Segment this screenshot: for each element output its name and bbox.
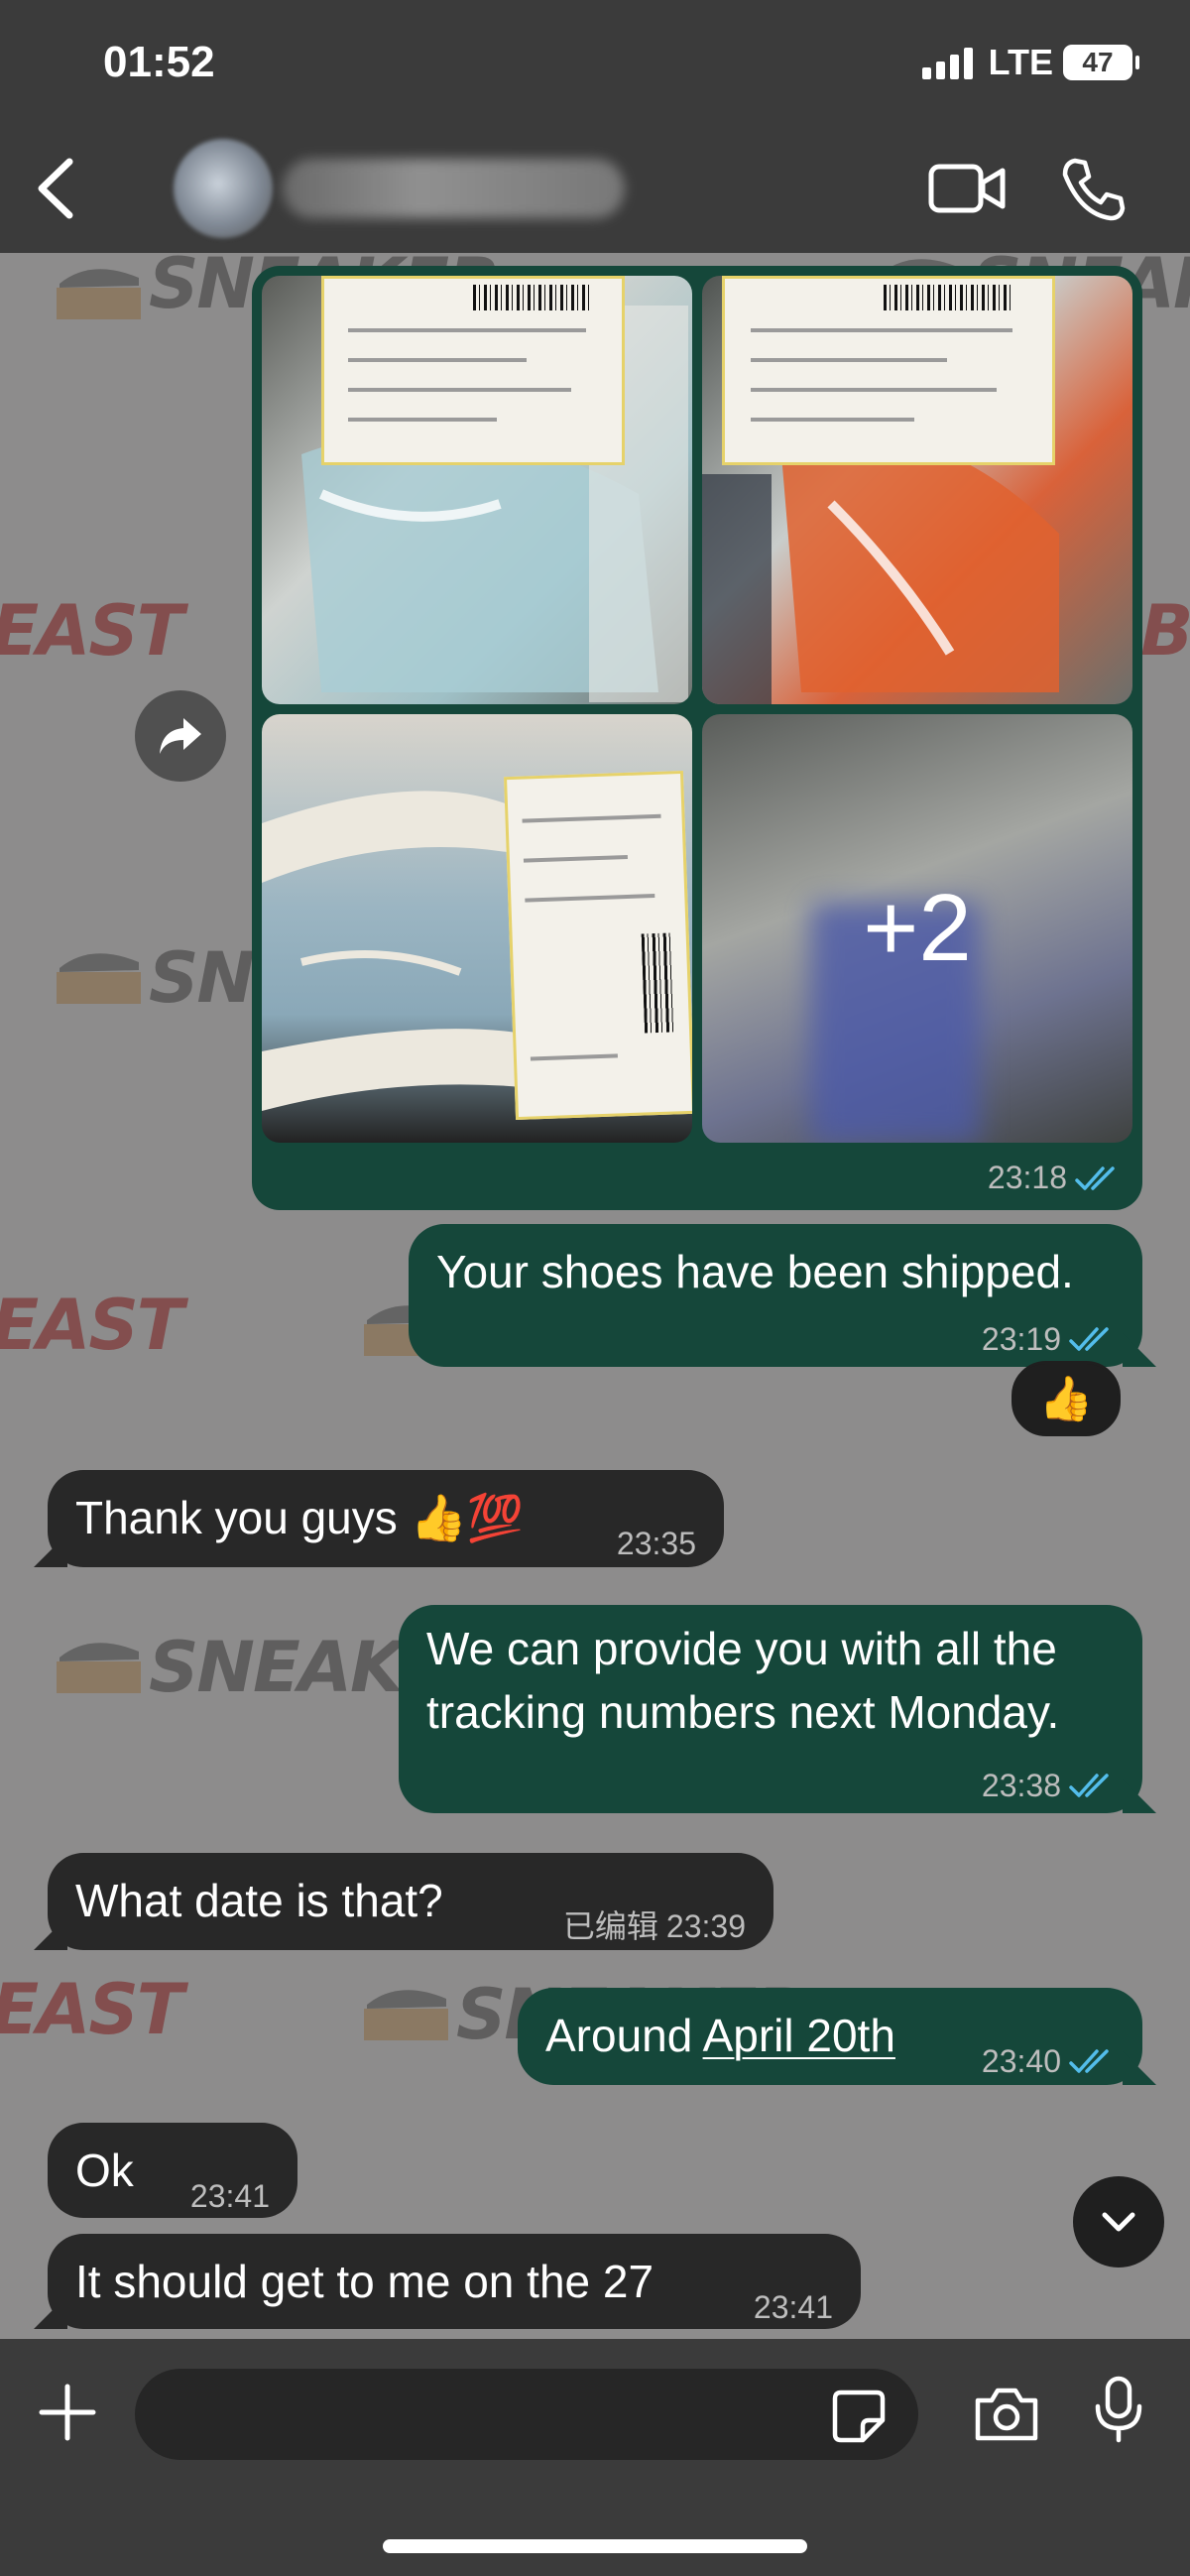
message-text: Your shoes have been shipped. xyxy=(436,1246,1074,1297)
media-album-message[interactable]: +2 23:18 xyxy=(252,266,1142,1210)
message-text-prefix: Around xyxy=(545,2010,703,2061)
status-time: 01:52 xyxy=(103,38,215,86)
chevron-down-icon xyxy=(1102,2212,1135,2232)
wallpaper-brand-text: BEAST xyxy=(0,1285,184,1366)
message-time: 23:18 xyxy=(987,1160,1067,1195)
sticker-icon xyxy=(832,2390,886,2443)
shoe-box-logo-icon xyxy=(57,269,141,319)
contact-name[interactable] xyxy=(283,159,625,218)
message-input[interactable] xyxy=(135,2369,918,2460)
chat-header: 01:52 LTE 47 xyxy=(0,0,1190,253)
sticker-button[interactable] xyxy=(829,2387,889,2451)
shipping-label xyxy=(504,770,692,1121)
double-check-icon xyxy=(1069,2049,1109,2073)
message-time: 23:41 xyxy=(189,2178,270,2214)
double-check-icon xyxy=(1075,1165,1115,1190)
wallpaper-brand-text: BEAST xyxy=(0,1969,184,2050)
message-text: Ok xyxy=(75,2145,134,2196)
message-time: 23:39 xyxy=(665,1908,746,1944)
date-link[interactable]: April 20th xyxy=(703,2010,895,2061)
message-time: 23:38 xyxy=(981,1768,1061,1803)
home-indicator[interactable] xyxy=(383,2539,807,2553)
message-meta: 23:19 xyxy=(982,1311,1117,1367)
chevron-left-icon xyxy=(38,158,73,219)
message-time: 23:19 xyxy=(981,1321,1061,1357)
shoe-box-logo-icon xyxy=(57,1643,141,1693)
message-text: It should get to me on the 27 xyxy=(75,2256,654,2307)
video-call-button[interactable] xyxy=(927,159,1007,223)
incoming-message[interactable]: It should get to me on the 27 23:41 xyxy=(48,2234,861,2329)
message-meta: 已编辑 23:39 xyxy=(563,1899,746,1954)
signal-icon xyxy=(921,46,973,79)
scroll-to-bottom-button[interactable] xyxy=(1073,2176,1164,2268)
network-type: LTE xyxy=(988,42,1053,82)
plus-icon xyxy=(39,2384,96,2441)
camera-icon xyxy=(975,2388,1038,2441)
message-text-line: We can provide you with all the xyxy=(426,1623,1057,1674)
edited-label: 已编辑 xyxy=(562,1908,658,1944)
incoming-message[interactable]: Ok 23:41 xyxy=(48,2123,298,2218)
contact-avatar[interactable] xyxy=(174,139,273,238)
share-arrow-icon xyxy=(160,718,201,754)
battery-level: 47 xyxy=(1082,47,1114,77)
photo-thumbnail[interactable] xyxy=(262,714,692,1143)
double-check-icon xyxy=(1069,1327,1109,1351)
message-text-line: tracking numbers next Monday. xyxy=(426,1686,1060,1738)
microphone-icon xyxy=(1095,2376,1142,2443)
incoming-message[interactable]: What date is that? 已编辑 23:39 xyxy=(48,1853,774,1950)
message-meta: 23:41 xyxy=(190,2168,270,2224)
message-text: What date is that? xyxy=(75,1875,443,1926)
message-meta: 23:35 xyxy=(617,1516,696,1571)
shipping-label xyxy=(722,276,1055,465)
attach-button[interactable] xyxy=(36,2381,99,2449)
message-meta: 23:38 xyxy=(982,1758,1117,1813)
camera-button[interactable] xyxy=(972,2385,1041,2449)
message-text: Around April 20th xyxy=(545,2008,895,2063)
message-meta: 23:41 xyxy=(754,2279,833,2335)
message-reaction[interactable]: 👍 xyxy=(1012,1361,1121,1436)
photo-thumbnail[interactable] xyxy=(702,276,1132,704)
status-indicators: LTE 47 xyxy=(921,42,1139,83)
message-time: 23:35 xyxy=(616,1526,696,1561)
voice-call-button[interactable] xyxy=(1059,155,1127,227)
outgoing-message[interactable]: Around April 20th 23:40 xyxy=(518,1988,1142,2085)
message-meta: 23:40 xyxy=(982,2033,1117,2089)
back-button[interactable] xyxy=(28,154,87,223)
video-camera-icon xyxy=(928,164,1006,213)
outgoing-message[interactable]: We can provide you with all the tracking… xyxy=(399,1605,1142,1813)
outgoing-message[interactable]: Your shoes have been shipped. 23:19 xyxy=(409,1224,1142,1367)
shoe-box-logo-icon xyxy=(57,953,141,1004)
voice-message-button[interactable] xyxy=(1091,2375,1146,2449)
forward-button[interactable] xyxy=(135,690,226,782)
double-check-icon xyxy=(1069,1774,1109,1797)
message-meta: 23:18 xyxy=(988,1160,1123,1196)
wallpaper-brand-text: BEAST xyxy=(1140,590,1190,672)
message-composer xyxy=(0,2339,1190,2576)
more-photos-thumbnail[interactable]: +2 xyxy=(702,714,1132,1143)
shoe-box-logo-icon xyxy=(364,1990,448,2040)
more-photos-count: +2 xyxy=(863,875,972,981)
wallpaper-brand-text: BEAST xyxy=(0,590,184,672)
phone-icon xyxy=(1062,158,1126,221)
message-text: Thank you guys 👍💯 xyxy=(75,1492,525,1543)
battery-icon: 47 xyxy=(1063,45,1139,80)
photo-thumbnail[interactable] xyxy=(262,276,692,704)
shipping-label xyxy=(321,276,625,465)
incoming-message[interactable]: Thank you guys 👍💯 23:35 xyxy=(48,1470,724,1567)
message-time: 23:41 xyxy=(753,2289,833,2325)
message-time: 23:40 xyxy=(981,2043,1061,2079)
